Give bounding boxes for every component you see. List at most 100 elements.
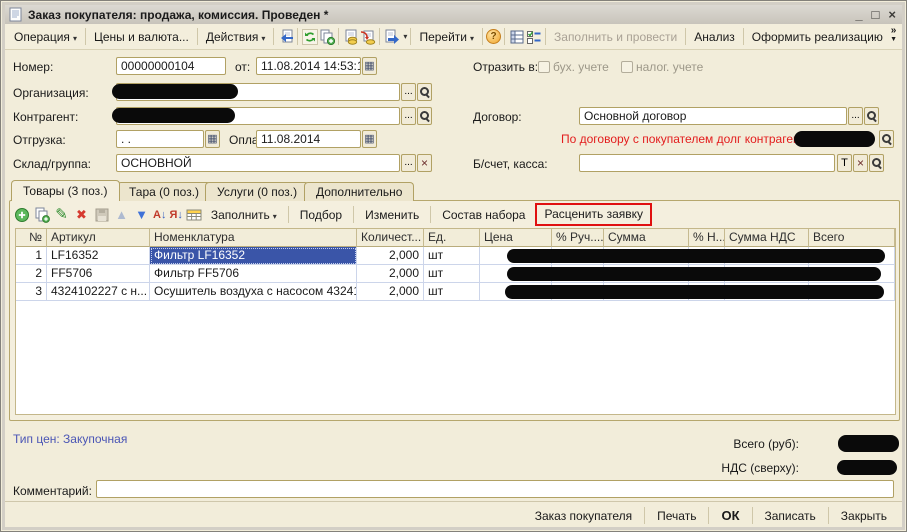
bank-account-text-button[interactable]: Т (837, 154, 852, 172)
warehouse-select-button[interactable]: ... (401, 154, 416, 172)
column-header-total[interactable]: Всего (809, 229, 895, 247)
fill-menu[interactable]: Заполнить▾ (206, 206, 282, 224)
column-header-vat-sum[interactable]: Сумма НДС (725, 229, 809, 247)
shipment-calendar-button[interactable]: ▦ (205, 130, 220, 148)
cell-nomenclature[interactable]: Осушитель воздуха с насосом 43241... (150, 283, 357, 301)
column-header-vat-percent[interactable]: % Н... (689, 229, 725, 247)
cell-quantity[interactable]: 2,000 (357, 265, 424, 283)
cell-article[interactable]: 4324102227 с н... (47, 283, 150, 301)
debt-open-button[interactable] (879, 130, 894, 148)
fill-and-post-button[interactable]: Заполнить и провести (549, 28, 682, 46)
chevron-down-icon[interactable]: ▾ (403, 32, 407, 41)
fill-by-prices-icon[interactable] (342, 28, 359, 45)
analysis-button[interactable]: Анализ (689, 28, 740, 46)
column-header-manual-discount[interactable]: % Руч.... (552, 229, 604, 247)
delete-row-icon[interactable]: ✖ (73, 206, 90, 223)
copy-row-icon[interactable] (33, 206, 50, 223)
cell-nomenclature[interactable]: Фильтр FF5706 (150, 265, 357, 283)
chevron-down-icon[interactable]: ▼ (890, 35, 897, 44)
add-row-icon[interactable] (13, 206, 30, 223)
accounting-checkbox[interactable] (538, 61, 550, 73)
price-type-link[interactable]: Тип цен: Закупочная (13, 432, 127, 446)
tab-additional[interactable]: Дополнительно (304, 182, 414, 201)
tax-checkbox[interactable] (621, 61, 633, 73)
bank-account-open-button[interactable] (869, 154, 884, 172)
bank-account-clear-button[interactable]: × (853, 154, 868, 172)
contract-open-button[interactable] (864, 107, 879, 125)
number-field[interactable]: 00000000104 (116, 57, 226, 75)
column-header-price[interactable]: Цена (480, 229, 552, 247)
price-request-button-annotation[interactable]: Расценить заявку (535, 203, 652, 226)
cell-nomenclature-selected[interactable]: Фильтр LF16352 (150, 247, 357, 265)
close-form-button[interactable]: Закрыть (832, 506, 896, 526)
operation-menu[interactable]: Операция▾ (9, 28, 82, 46)
column-header-quantity[interactable]: Количест... (357, 229, 424, 247)
fill-table-icon[interactable] (186, 206, 203, 223)
column-header-sum[interactable]: Сумма (604, 229, 689, 247)
payment-calendar-button[interactable]: ▦ (362, 130, 377, 148)
print-button[interactable]: Печать (648, 506, 705, 526)
titlebar[interactable]: Заказ покупателя: продажа, комиссия. Про… (5, 5, 904, 24)
toolbar-overflow[interactable]: » ▼ (890, 26, 897, 44)
cell-unit[interactable]: шт (424, 247, 480, 265)
sort-ascending-icon[interactable]: А↓ (153, 209, 166, 221)
kit-content-button[interactable]: Состав набора (437, 206, 530, 224)
payment-date-field[interactable]: 11.08.2014 (256, 130, 361, 148)
reread-icon[interactable] (277, 28, 294, 45)
overflow-icon[interactable]: » (891, 26, 897, 35)
organization-open-button[interactable] (417, 83, 432, 101)
help-icon[interactable]: ? (486, 29, 501, 44)
cell-quantity[interactable]: 2,000 (357, 283, 424, 301)
cell-num[interactable]: 3 (16, 283, 47, 301)
organization-select-button[interactable]: ... (401, 83, 416, 101)
minimize-button[interactable]: _ (855, 8, 862, 22)
pick-button[interactable]: Подбор (295, 206, 347, 224)
tab-services[interactable]: Услуги (0 поз.) (205, 182, 309, 201)
actions-menu[interactable]: Действия▾ (201, 28, 271, 46)
column-header-unit[interactable]: Ед. (424, 229, 480, 247)
cell-article[interactable]: LF16352 (47, 247, 150, 265)
cell-article[interactable]: FF5706 (47, 265, 150, 283)
save-settings-icon[interactable] (93, 206, 110, 223)
contract-field[interactable]: Основной договор (579, 107, 847, 125)
change-button[interactable]: Изменить (360, 206, 424, 224)
ok-button[interactable]: ОК (712, 505, 748, 526)
cell-quantity[interactable]: 2,000 (357, 247, 424, 265)
date-field[interactable]: 11.08.2014 14:53:10 (256, 57, 361, 75)
column-header-article[interactable]: Артикул (47, 229, 150, 247)
counterparty-open-button[interactable] (417, 107, 432, 125)
price-request-button[interactable]: Расценить заявку (544, 207, 643, 221)
fields-settings-icon[interactable] (525, 28, 542, 45)
prices-currency-button[interactable]: Цены и валюта... (89, 28, 194, 46)
warehouse-clear-button[interactable]: × (417, 154, 432, 172)
make-sale-button[interactable]: Оформить реализацию (747, 28, 888, 46)
counterparty-select-button[interactable]: ... (401, 107, 416, 125)
close-button[interactable]: × (888, 8, 896, 22)
move-down-icon[interactable]: ▼ (133, 206, 150, 223)
go-document-icon[interactable] (383, 28, 400, 45)
column-header-nomenclature[interactable]: Номенклатура (150, 229, 357, 247)
copy-add-icon[interactable] (318, 28, 335, 45)
tab-goods[interactable]: Товары (3 поз.) (11, 180, 120, 201)
bank-account-field[interactable] (579, 154, 835, 172)
column-header-num[interactable]: № (16, 229, 47, 247)
date-calendar-button[interactable]: ▦ (362, 57, 377, 75)
refresh-icon[interactable] (301, 28, 318, 45)
warehouse-field[interactable]: ОСНОВНОЙ (116, 154, 400, 172)
sort-descending-icon[interactable]: Я↓ (169, 209, 182, 221)
maximize-button[interactable]: □ (872, 8, 880, 22)
cell-num[interactable]: 1 (16, 247, 47, 265)
comment-field[interactable] (96, 480, 894, 498)
shipment-date-field[interactable]: . . (116, 130, 204, 148)
cell-unit[interactable]: шт (424, 265, 480, 283)
update-prices-icon[interactable] (359, 28, 376, 45)
customer-order-button[interactable]: Заказ покупателя (526, 506, 641, 526)
cell-num[interactable]: 2 (16, 265, 47, 283)
list-settings-icon[interactable] (508, 28, 525, 45)
tab-tare[interactable]: Тара (0 поз.) (117, 182, 211, 201)
write-button[interactable]: Записать (756, 506, 825, 526)
move-up-icon[interactable]: ▲ (113, 206, 130, 223)
cell-unit[interactable]: шт (424, 283, 480, 301)
go-to-menu[interactable]: Перейти▾ (414, 28, 479, 46)
contract-select-button[interactable]: ... (848, 107, 863, 125)
